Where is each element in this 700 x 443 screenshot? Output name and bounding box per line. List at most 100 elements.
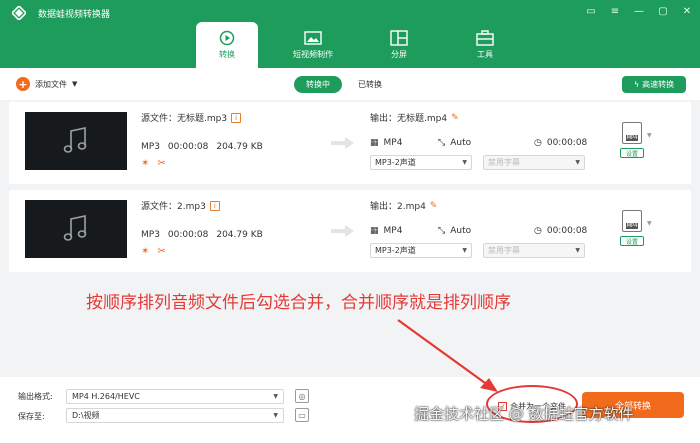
- format-tag: MP4: [625, 223, 639, 229]
- fast-convert-label: 高速转换: [642, 80, 675, 89]
- edit-name-icon[interactable]: ✎: [451, 113, 459, 123]
- film-icon: ▦: [370, 226, 379, 236]
- audio-track-select[interactable]: MP3-2声道 ▼: [370, 155, 472, 170]
- chevron-down-icon: ▼: [462, 247, 467, 254]
- scissors-icon[interactable]: ✂: [157, 246, 165, 257]
- subtitle-select[interactable]: 禁用字幕 ▼: [483, 155, 585, 170]
- toolbar: + 添加文件 ▼ 转换中 已转换 ϟ 高速转换: [0, 68, 700, 100]
- chevron-down-icon[interactable]: ▼: [647, 220, 652, 227]
- lightning-icon: ϟ: [633, 80, 640, 89]
- menu-icon[interactable]: ≡: [608, 4, 622, 18]
- add-file-label: 添加文件: [35, 79, 67, 89]
- app-logo-icon: [12, 6, 26, 20]
- film-icon: ▦: [370, 138, 379, 148]
- tab-short-video[interactable]: 短视频制作: [270, 22, 356, 68]
- tab-convert-label: 转换: [219, 50, 235, 59]
- output-format-picker[interactable]: MP4 设置: [619, 210, 645, 250]
- source-duration: 00:00:08: [167, 142, 209, 152]
- source-duration: 00:00:08: [167, 230, 209, 240]
- tab-converted[interactable]: 已转换: [358, 79, 382, 90]
- convert-icon: [219, 30, 235, 46]
- save-path-select[interactable]: D:\视频 ▼: [66, 408, 284, 423]
- chevron-down-icon: ▼: [273, 393, 278, 400]
- audio-thumbnail: [25, 200, 127, 258]
- add-file-button[interactable]: + 添加文件 ▼: [16, 77, 77, 91]
- chat-icon[interactable]: ▭: [584, 4, 598, 18]
- magic-wand-icon[interactable]: ✶: [141, 158, 149, 169]
- output-resolution: Auto: [450, 138, 472, 148]
- annotation-text: 按顺序排列音频文件后勾选合并，合并顺序就是排列顺序: [86, 293, 511, 313]
- toolbox-icon: [476, 30, 494, 46]
- magic-wand-icon[interactable]: ✶: [141, 246, 149, 257]
- format-tag: MP4: [625, 135, 639, 141]
- output-file-name: 输出：无标题.mp4: [370, 114, 448, 124]
- info-icon[interactable]: i: [231, 112, 242, 123]
- list-item: 源文件：无标题.mp3 i MP3 00:00:08 204.79 KB ✶ ✂…: [9, 102, 691, 184]
- output-file-name: 输出：2.mp4: [370, 202, 426, 212]
- convert-arrow-icon: [331, 137, 354, 149]
- plus-icon: +: [16, 77, 30, 91]
- chevron-down-icon: ▼: [462, 159, 467, 166]
- subtitle-value: 禁用字幕: [488, 158, 520, 167]
- scissors-icon[interactable]: ✂: [157, 158, 165, 169]
- source-size: 204.79 KB: [216, 230, 263, 240]
- mp4-file-icon: MP4: [622, 122, 642, 144]
- output-format-select[interactable]: MP4 H.264/HEVC ▼: [66, 389, 284, 404]
- maximize-icon[interactable]: ▢: [656, 4, 670, 18]
- source-file-name: 源文件：2.mp3: [141, 202, 206, 212]
- output-duration: 00:00:08: [546, 226, 588, 236]
- close-icon[interactable]: ✕: [680, 4, 694, 18]
- status-tabs: 转换中 已转换: [294, 76, 382, 93]
- resolution-icon: ⤡: [438, 226, 446, 236]
- minimize-icon[interactable]: —: [632, 4, 646, 18]
- tab-tools-label: 工具: [477, 50, 493, 59]
- output-resolution: Auto: [450, 226, 472, 236]
- source-format: MP3: [141, 142, 160, 152]
- clock-icon: ◷: [534, 226, 542, 236]
- output-duration: 00:00:08: [546, 138, 588, 148]
- audio-thumbnail: [25, 112, 127, 170]
- source-format: MP3: [141, 230, 160, 240]
- tab-convert[interactable]: 转换: [196, 22, 258, 68]
- convert-arrow-icon: [331, 225, 354, 237]
- fast-convert-button[interactable]: ϟ 高速转换: [622, 76, 686, 93]
- output-format-value: MP4 H.264/HEVC: [72, 392, 140, 401]
- settings-button[interactable]: 设置: [620, 236, 644, 246]
- subtitle-select[interactable]: 禁用字幕 ▼: [483, 243, 585, 258]
- info-icon[interactable]: i: [209, 200, 220, 211]
- chevron-down-icon: ▼: [575, 159, 580, 166]
- format-settings-icon[interactable]: ◎: [295, 389, 309, 403]
- output-format-label: 输出格式:: [18, 392, 53, 401]
- title-bar: 数据蛙视频转换器 ▭ ≡ — ▢ ✕ 转换 短视频制作 分屏 工具: [0, 0, 700, 68]
- audio-track-value: MP3-2声道: [375, 158, 416, 167]
- output-format: MP4: [383, 226, 403, 236]
- chevron-down-icon: ▼: [575, 247, 580, 254]
- tab-short-video-label: 短视频制作: [293, 50, 333, 59]
- save-path-value: D:\视频: [72, 411, 100, 420]
- split-screen-icon: [390, 30, 408, 46]
- watermark: 掘金技术社区 @ 数据蛙官方软件: [414, 405, 634, 423]
- folder-icon[interactable]: ▭: [295, 408, 309, 422]
- audio-track-select[interactable]: MP3-2声道 ▼: [370, 243, 472, 258]
- save-to-label: 保存至:: [18, 412, 45, 421]
- output-format: MP4: [383, 138, 403, 148]
- music-note-icon: [63, 215, 87, 241]
- subtitle-value: 禁用字幕: [488, 246, 520, 255]
- clock-icon: ◷: [534, 138, 542, 148]
- tab-tools[interactable]: 工具: [442, 22, 528, 68]
- music-note-icon: [63, 127, 87, 153]
- mp4-file-icon: MP4: [622, 210, 642, 232]
- settings-button[interactable]: 设置: [620, 148, 644, 158]
- output-format-picker[interactable]: MP4 设置: [619, 122, 645, 162]
- app-title: 数据蛙视频转换器: [38, 10, 111, 20]
- chevron-down-icon[interactable]: ▼: [647, 132, 652, 139]
- resolution-icon: ⤡: [438, 138, 446, 148]
- chevron-down-icon[interactable]: ▼: [72, 80, 77, 88]
- tab-converting[interactable]: 转换中: [294, 76, 342, 93]
- edit-name-icon[interactable]: ✎: [430, 201, 438, 211]
- main-nav: 转换 短视频制作 分屏 工具: [196, 22, 528, 68]
- video-make-icon: [304, 31, 322, 45]
- tab-split-screen[interactable]: 分屏: [356, 22, 442, 68]
- chevron-down-icon: ▼: [273, 412, 278, 419]
- audio-track-value: MP3-2声道: [375, 246, 416, 255]
